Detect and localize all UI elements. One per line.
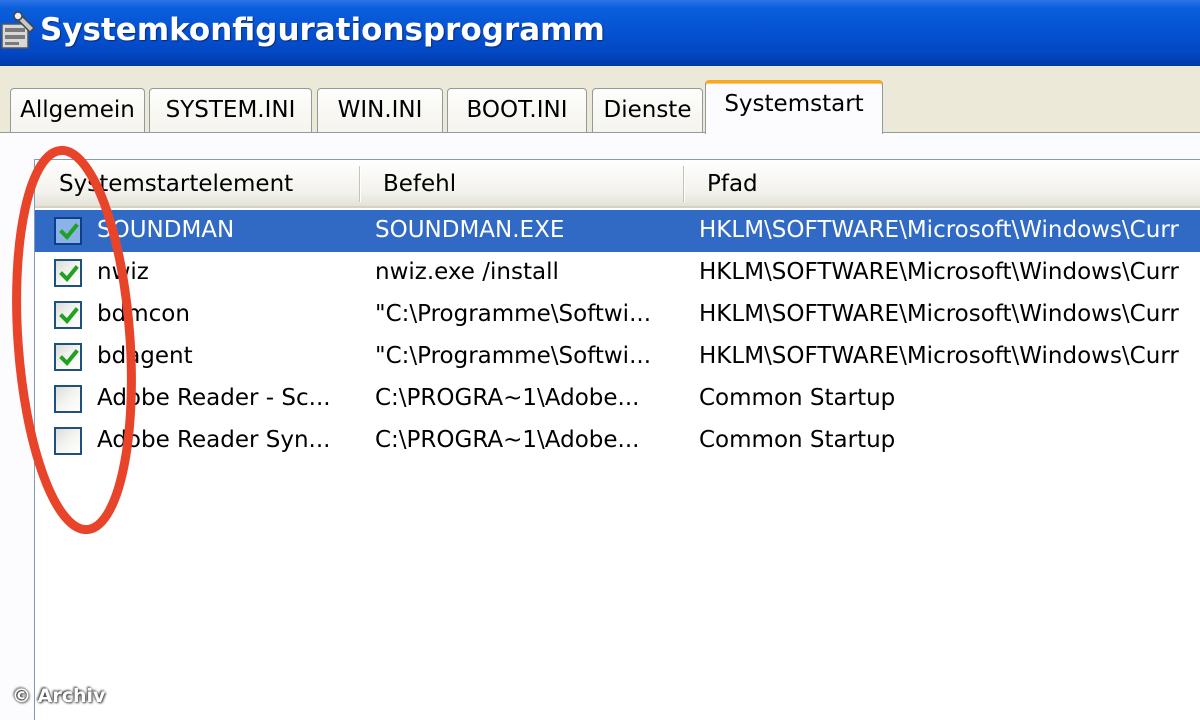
tab-strip: Allgemein SYSTEM.INI WIN.INI BOOT.INI Di… — [0, 66, 1200, 198]
tab-panel-systemstart: Systemstartelement Befehl Pfad SOUNDMAN S… — [0, 132, 1200, 720]
startup-list[interactable]: Systemstartelement Befehl Pfad SOUNDMAN S… — [34, 159, 1200, 720]
cell-path: HKLM\SOFTWARE\Microsoft\Windows\Curr — [699, 343, 1179, 369]
cell-command: SOUNDMAN.EXE — [375, 217, 565, 243]
cell-startup-element: SOUNDMAN — [97, 217, 235, 243]
cell-path: Common Startup — [699, 427, 896, 453]
copyright-watermark: © Archiv — [12, 685, 106, 707]
enable-checkbox[interactable] — [54, 343, 82, 371]
cell-command: C:\PROGRA~1\Adobe... — [375, 385, 640, 411]
cell-startup-element: nwiz — [97, 259, 149, 285]
cell-path: Common Startup — [699, 385, 896, 411]
column-header-element[interactable]: Systemstartelement — [59, 160, 293, 208]
cell-startup-element: bdagent — [97, 343, 193, 369]
checkmark-icon — [59, 349, 79, 366]
checkmark-icon — [59, 307, 79, 324]
cell-command: C:\PROGRA~1\Adobe... — [375, 427, 640, 453]
cell-command: "C:\Programme\Softwi... — [375, 301, 651, 327]
list-header: Systemstartelement Befehl Pfad — [35, 160, 1200, 208]
table-row[interactable]: bdmcon "C:\Programme\Softwi... HKLM\SOFTWA… — [35, 294, 1200, 336]
cell-path: HKLM\SOFTWARE\Microsoft\Windows\Curr — [699, 259, 1179, 285]
cell-startup-element: bdmcon — [97, 301, 190, 327]
cell-startup-element: Adobe Reader - Sc... — [97, 385, 331, 411]
cell-path: HKLM\SOFTWARE\Microsoft\Windows\Curr — [699, 217, 1179, 243]
column-header-command[interactable]: Befehl — [383, 160, 456, 208]
table-row[interactable]: Adobe Reader Syn... C:\PROGRA~1\Adobe... C… — [35, 420, 1200, 462]
enable-checkbox[interactable] — [54, 301, 82, 329]
table-row[interactable]: bdagent "C:\Programme\Softwi... HKLM\SOFTW… — [35, 336, 1200, 378]
title-bar[interactable]: Systemkonfigurationsprogramm — [0, 0, 1200, 66]
cell-command: "C:\Programme\Softwi... — [375, 343, 651, 369]
column-divider[interactable] — [683, 166, 685, 202]
table-row[interactable]: Adobe Reader - Sc... C:\PROGRA~1\Adobe...… — [35, 378, 1200, 420]
cell-command: nwiz.exe /install — [375, 259, 559, 285]
cell-startup-element: Adobe Reader Syn... — [97, 427, 331, 453]
cell-path: HKLM\SOFTWARE\Microsoft\Windows\Curr — [699, 301, 1179, 327]
tab-systemstart[interactable]: Systemstart — [705, 80, 883, 134]
checkmark-icon — [59, 265, 79, 282]
enable-checkbox[interactable] — [54, 427, 82, 455]
msconfig-app-icon — [0, 10, 38, 54]
column-divider[interactable] — [359, 166, 361, 202]
enable-checkbox[interactable] — [54, 259, 82, 287]
window-title: Systemkonfigurationsprogramm — [40, 12, 605, 48]
enable-checkbox[interactable] — [54, 385, 82, 413]
table-row[interactable]: nwiz nwiz.exe /install HKLM\SOFTWARE\Micro… — [35, 252, 1200, 294]
checkmark-icon — [59, 223, 79, 240]
enable-checkbox[interactable] — [54, 217, 82, 245]
table-row[interactable]: SOUNDMAN SOUNDMAN.EXE HKLM\SOFTWARE\Micros… — [35, 210, 1200, 252]
column-header-path[interactable]: Pfad — [707, 160, 758, 208]
